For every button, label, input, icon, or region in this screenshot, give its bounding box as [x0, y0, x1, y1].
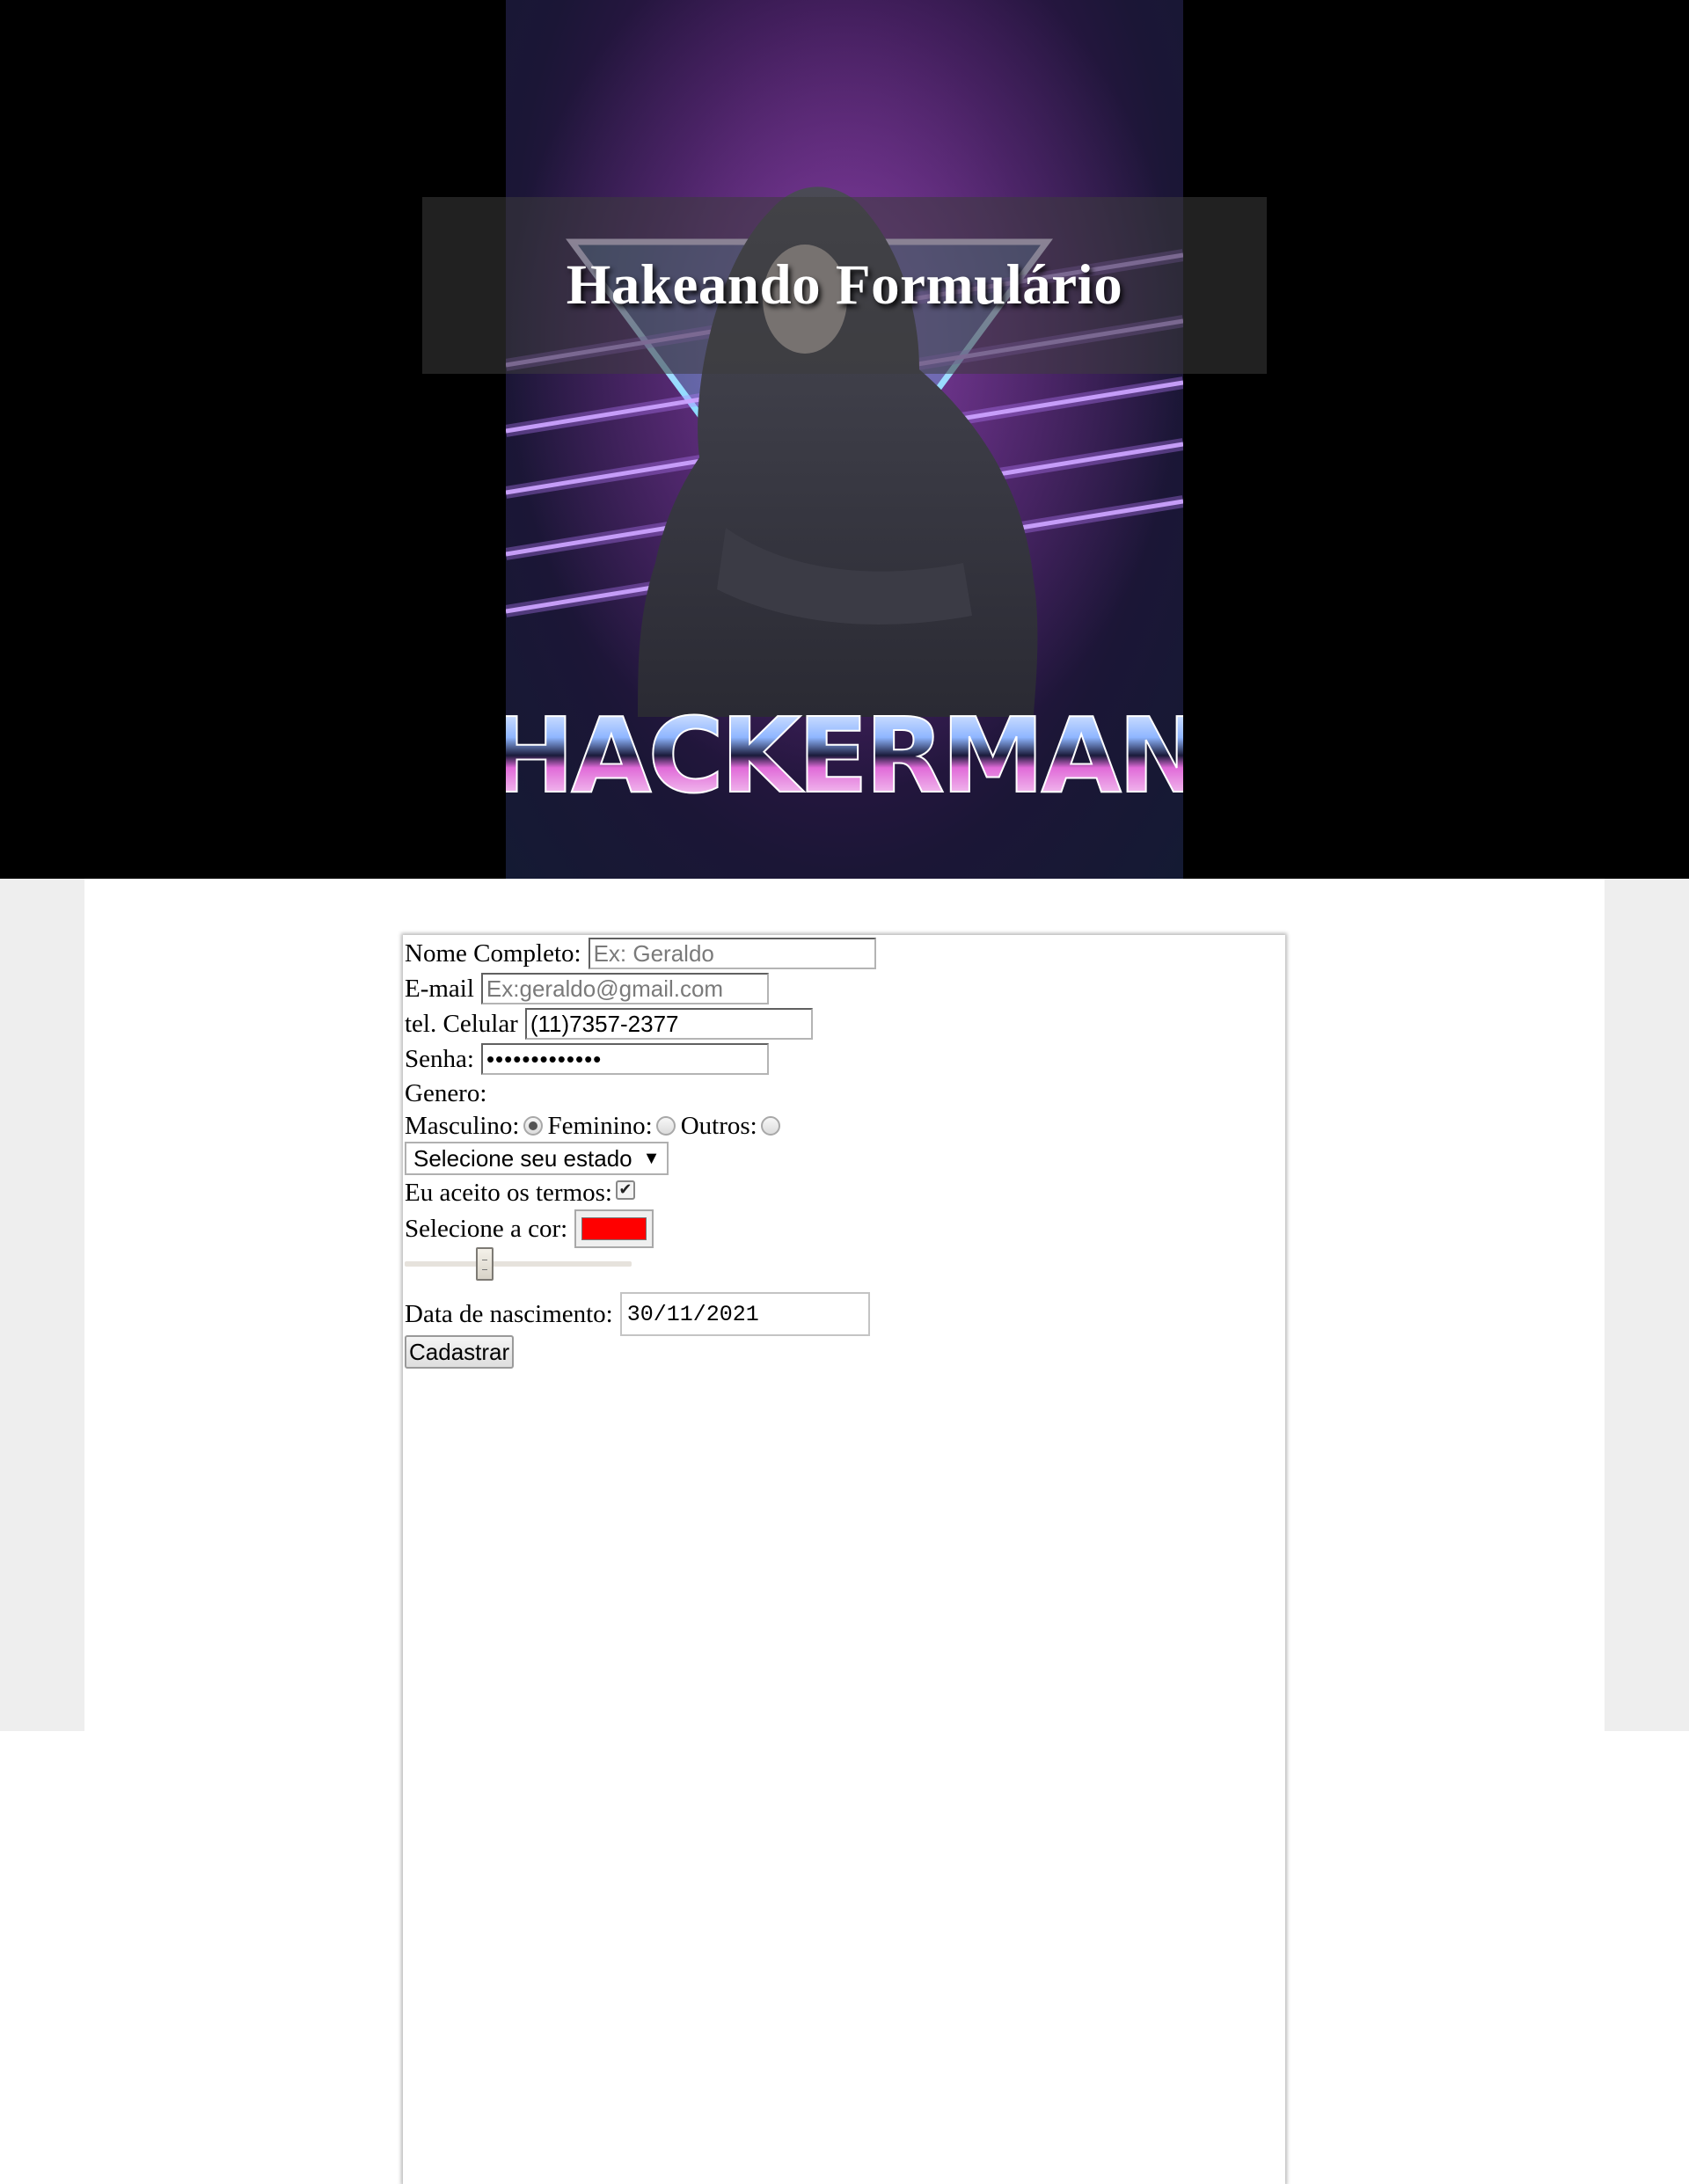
termos-label: Eu aceito os termos: — [405, 1178, 612, 1207]
email-label: E-mail — [405, 974, 474, 1003]
celular-row: tel. Celular — [405, 1007, 813, 1041]
nascimento-date-input[interactable]: 30/11/2021 — [619, 1292, 870, 1336]
masculino-radio[interactable] — [523, 1116, 543, 1136]
chevron-down-icon: ▼ — [642, 1148, 661, 1168]
range-slider[interactable] — [405, 1244, 632, 1282]
termos-row: Eu aceito os termos: ✔ — [405, 1176, 635, 1209]
slider-thumb[interactable] — [476, 1247, 494, 1281]
masculino-label: Masculino: — [405, 1111, 520, 1140]
nome-input[interactable] — [588, 938, 876, 969]
genero-label: Genero: — [405, 1078, 487, 1107]
senha-row: Senha: — [405, 1042, 769, 1076]
page-title: Hakeando Formulário — [566, 253, 1123, 317]
slider-track — [405, 1261, 632, 1267]
genero-options-row: Masculino: Feminino: Outros: — [405, 1109, 786, 1143]
nome-label: Nome Completo: — [405, 939, 581, 968]
estado-row: Selecione seu estado ▼ — [405, 1142, 669, 1175]
poster-artwork: HACKERMAN — [506, 0, 1183, 879]
nascimento-label: Data de nascimento: — [405, 1299, 613, 1328]
estado-select[interactable]: Selecione seu estado ▼ — [405, 1142, 669, 1175]
feminino-radio[interactable] — [655, 1116, 676, 1136]
cor-label: Selecione a cor: — [405, 1214, 568, 1243]
senha-label: Senha: — [405, 1044, 474, 1073]
termos-checkbox[interactable]: ✔ — [615, 1180, 635, 1200]
celular-input[interactable] — [524, 1008, 813, 1040]
poster-wordmark: HACKERMAN — [506, 695, 1183, 816]
nome-row: Nome Completo: — [405, 937, 876, 970]
color-swatch — [581, 1217, 647, 1240]
registration-form: Nome Completo: E-mail tel. Celular Senha… — [403, 935, 1285, 2184]
email-input[interactable] — [480, 973, 769, 1004]
nascimento-row: Data de nascimento: 30/11/2021 — [405, 1291, 870, 1337]
cadastrar-button[interactable]: Cadastrar — [405, 1335, 515, 1369]
outros-radio[interactable] — [760, 1116, 780, 1136]
feminino-label: Feminino: — [547, 1111, 653, 1140]
genero-row: Genero: — [405, 1077, 486, 1110]
hackerman-poster-image: HACKERMAN — [506, 0, 1183, 879]
hero-header: HACKERMAN Hakeando Formulário — [0, 0, 1689, 879]
email-row: E-mail — [405, 972, 769, 1005]
submit-row: Cadastrar — [405, 1334, 515, 1370]
outros-label: Outros: — [680, 1111, 757, 1140]
estado-selected-text: Selecione seu estado — [413, 1144, 632, 1172]
senha-input[interactable] — [480, 1043, 769, 1075]
color-picker[interactable] — [574, 1209, 654, 1248]
celular-label: tel. Celular — [405, 1009, 518, 1038]
